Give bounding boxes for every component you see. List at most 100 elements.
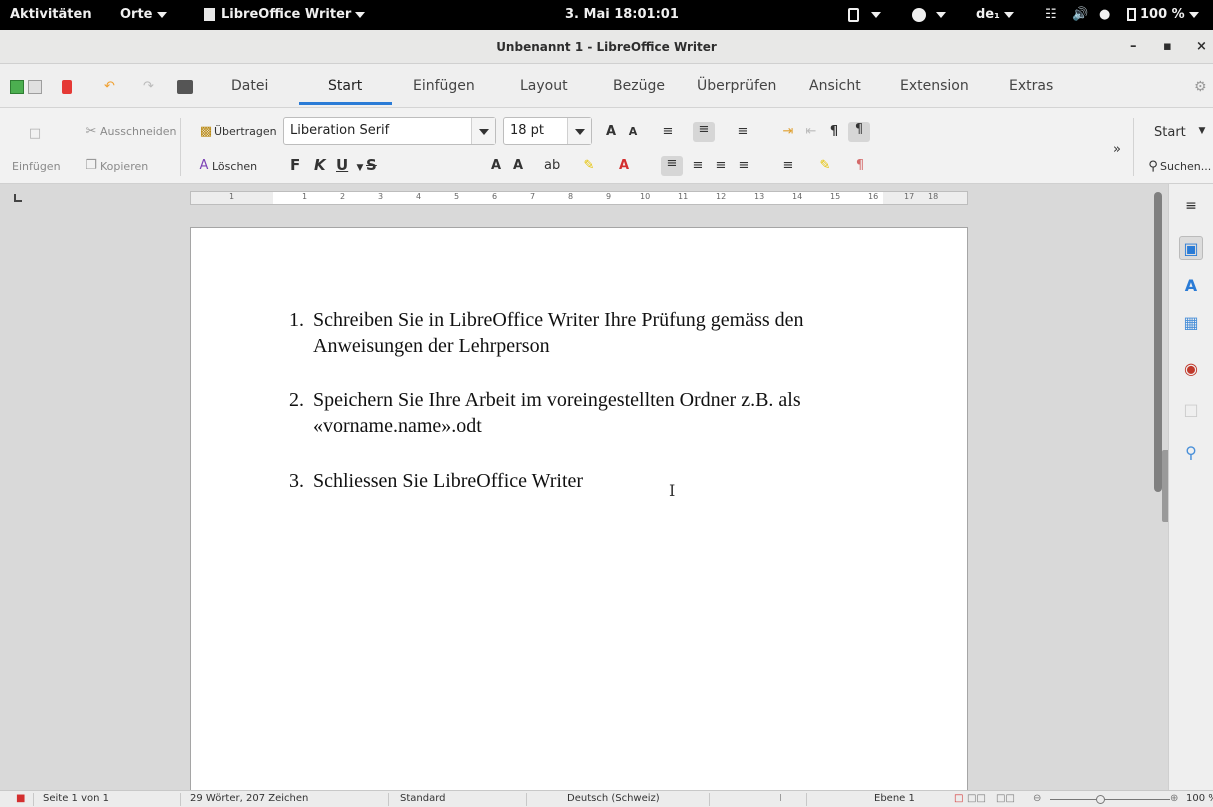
clone-formatting-button[interactable]: Übertragen [214,125,277,138]
paragraph-settings-icon[interactable]: ¶ [852,158,868,174]
gallery-icon[interactable]: ▦ [1179,311,1203,335]
multi-page-view-icon[interactable]: □□ [967,793,986,804]
volume-icon[interactable]: 🔊 [1072,0,1088,30]
copy-button[interactable]: Kopieren [100,160,148,173]
list-item[interactable]: 2. Speichern Sie Ihre Arbeit im voreinge… [289,387,909,439]
decrease-indent-icon[interactable]: ⇤ [803,124,819,140]
undo-icon[interactable]: ↶ [104,80,118,94]
save-icon[interactable] [62,80,72,94]
clipboard-menu[interactable] [848,0,881,30]
navigator-icon[interactable]: ◉ [1179,357,1203,381]
cut-button[interactable]: Ausschneiden [100,125,177,138]
paste-icon[interactable]: □ [27,126,43,142]
book-view-icon[interactable]: □□ [996,793,1015,804]
scrollbar-thumb[interactable] [1154,192,1162,492]
align-justify-icon[interactable]: ≡ [736,158,752,174]
keyboard-layout-menu[interactable]: de₁ [976,0,1014,30]
tab-datei[interactable]: Datei [231,78,268,94]
font-size-box[interactable]: 18 pt [503,117,592,145]
microphone-icon[interactable]: ● [1099,0,1110,30]
grow-font-icon[interactable]: A [603,124,619,140]
character-highlight-icon[interactable]: ab [544,158,560,174]
page-number-status[interactable]: Seite 1 von 1 [43,793,109,804]
bullet-list-icon[interactable]: ≡ [660,124,676,140]
close-button[interactable]: × [1196,30,1207,64]
list-item[interactable]: 3. Schliessen Sie LibreOffice Writer [289,468,909,494]
clock[interactable]: 3. Mai 18:01:01 [565,0,679,30]
app-menu[interactable]: LibreOffice Writer [204,0,366,30]
horizontal-ruler[interactable]: 1 1 2 3 4 5 6 7 8 9 10 11 12 13 14 15 16… [190,191,968,205]
clear-formatting-button[interactable]: Löschen [212,160,257,173]
page-icon[interactable]: □ [1179,398,1203,422]
page-style-status[interactable]: Standard [400,793,446,804]
superscript-icon[interactable]: A [510,158,526,174]
network-icon[interactable]: ☷ [1045,0,1057,30]
zoom-level-status[interactable]: 100 % [1186,793,1213,804]
single-page-view-icon[interactable]: □ [954,793,963,804]
active-tab-indicator [299,102,392,105]
font-color-icon[interactable]: A [616,158,632,174]
increase-indent-icon[interactable]: ⇥ [780,124,796,140]
italic-button[interactable]: K [314,156,326,174]
styles-button[interactable]: Start [1154,125,1186,140]
paste-button[interactable]: Einfügen [12,160,61,173]
accessibility-menu[interactable] [912,0,946,30]
background-color-icon[interactable]: ✎ [817,158,833,174]
open-folder-icon[interactable] [28,80,42,94]
document-modified-icon[interactable]: ■ [16,793,25,804]
zoom-slider-handle[interactable] [1096,795,1105,804]
window-title-bar[interactable]: Unbenannt 1 - LibreOffice Writer – ▪ × [0,30,1213,64]
system-menu[interactable]: 100 % [1127,0,1199,30]
underline-button[interactable]: U [336,156,348,174]
properties-icon[interactable]: ▣ [1179,236,1203,260]
tab-extras[interactable]: Extras [1009,78,1053,94]
tab-bezuege[interactable]: Bezüge [613,78,665,94]
tab-ueberpruefen[interactable]: Überprüfen [697,78,776,94]
align-left-icon[interactable]: ≡ [661,156,683,176]
search-button[interactable]: Suchen... [1160,160,1211,173]
paragraph-direction-icon[interactable]: ¶ [848,122,870,142]
new-document-icon[interactable] [10,80,24,94]
redo-icon[interactable]: ↷ [143,80,157,94]
list-item[interactable]: 1. Schreiben Sie in LibreOffice Writer I… [289,307,909,359]
word-count-status[interactable]: 29 Wörter, 207 Zeichen [190,793,308,804]
tab-stop-selector[interactable] [14,194,22,202]
sidebar-menu-icon[interactable]: ≡ [1179,194,1203,218]
gear-icon[interactable]: ⚙ [1194,80,1208,94]
places-menu[interactable]: Orte [120,0,167,30]
tab-extension[interactable]: Extension [900,78,969,94]
align-center-icon[interactable]: ≡ [690,158,706,174]
more-button[interactable]: » [1113,142,1121,157]
highlighter-icon[interactable]: ✎ [581,158,597,174]
document-page[interactable]: 1. Schreiben Sie in LibreOffice Writer I… [190,227,968,807]
print-icon[interactable] [177,80,193,94]
minimize-button[interactable]: – [1130,30,1137,64]
tab-einfuegen[interactable]: Einfügen [413,78,475,94]
subscript-icon[interactable]: A [488,158,504,174]
zoom-out-icon[interactable]: ⊖ [1033,793,1041,804]
maximize-button[interactable]: ▪ [1163,30,1172,64]
styles-icon[interactable]: A [1179,274,1203,298]
outline-list-icon[interactable]: ≡ [735,124,751,140]
zoom-in-icon[interactable]: ⊕ [1170,793,1178,804]
language-status[interactable]: Deutsch (Schweiz) [567,793,660,804]
zoom-slider[interactable] [1050,799,1170,800]
chevron-down-icon[interactable] [567,118,591,144]
strikethrough-button[interactable]: S [366,156,377,174]
bold-button[interactable]: F [290,156,300,174]
tab-layout[interactable]: Layout [520,78,568,94]
shrink-font-icon[interactable]: A [625,124,641,140]
activities-button[interactable]: Aktivitäten [10,0,92,30]
align-right-icon[interactable]: ≡ [713,158,729,174]
style-inspector-icon[interactable]: ⚲ [1179,441,1203,465]
chevron-down-icon[interactable] [471,118,495,144]
tab-ansicht[interactable]: Ansicht [809,78,861,94]
line-spacing-icon[interactable]: ≡ [780,158,796,174]
tab-start[interactable]: Start [328,78,362,94]
font-name-box[interactable]: Liberation Serif [283,117,496,145]
chevron-down-icon[interactable]: ▼ [1194,123,1210,139]
numbered-list-icon[interactable]: ≡ [693,122,715,142]
insert-mode-icon[interactable]: I [779,793,782,804]
ruler-number: 16 [868,192,879,201]
formatting-marks-icon[interactable]: ¶ [826,124,842,140]
